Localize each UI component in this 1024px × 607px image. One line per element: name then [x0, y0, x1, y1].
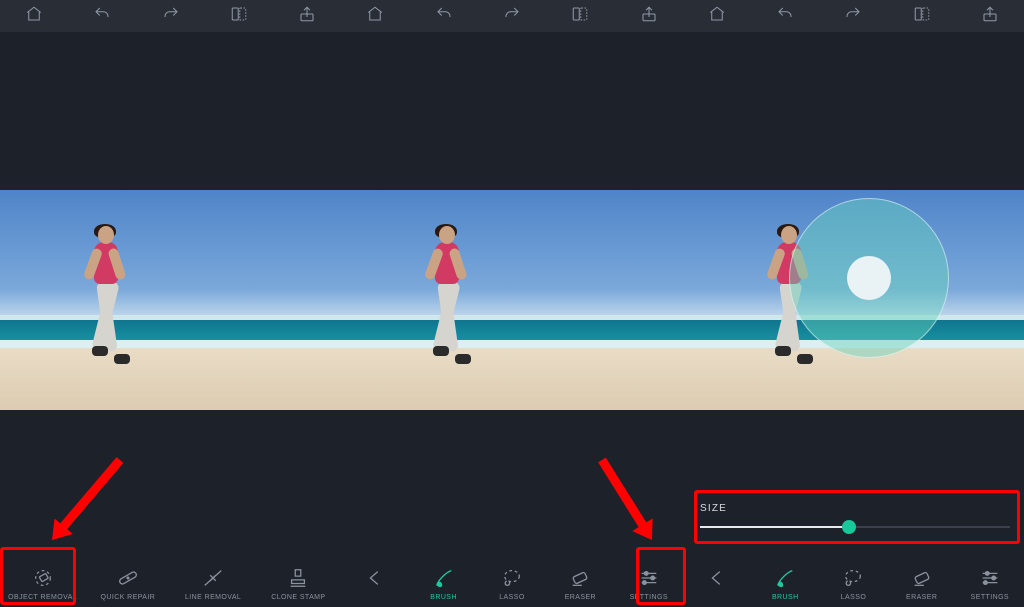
c-lasso-tool[interactable]: LASSO: [819, 562, 887, 603]
redo-icon: [844, 5, 862, 28]
home-button[interactable]: [22, 4, 46, 28]
canvas-stage: [0, 32, 1024, 547]
undo-button[interactable]: [90, 4, 114, 28]
lasso-icon: [841, 566, 865, 590]
bandaid-icon: [116, 566, 140, 590]
undo-icon: [93, 5, 111, 28]
brush-size-cursor: [789, 198, 949, 358]
top-toolbar-group-2: [341, 4, 682, 28]
a-object-removal-tool[interactable]: OBJECT REMOVAL: [0, 562, 85, 603]
line-x-icon: [201, 566, 225, 590]
tool-label: LINE REMOVAL: [185, 594, 241, 601]
eraser-icon: [568, 566, 592, 590]
back-icon: [363, 566, 387, 590]
bottom-toolbar: OBJECT REMOVAL QUICK REPAIR LINE REMOVAL CL…: [0, 547, 1024, 607]
redo-icon: [162, 5, 180, 28]
size-label: SIZE: [700, 503, 1010, 514]
compare-icon: [913, 5, 931, 28]
redo-button[interactable]: [841, 4, 865, 28]
c-eraser-tool[interactable]: ERASER: [888, 562, 956, 603]
toolset-b: BRUSH LASSO ERASER SETTINGS: [341, 547, 683, 607]
share-icon: [640, 5, 658, 28]
eraser-dashed-icon: [31, 566, 55, 590]
b-lasso-tool[interactable]: LASSO: [478, 562, 546, 603]
c-settings-tool[interactable]: SETTINGS: [956, 562, 1024, 603]
toolset-a: OBJECT REMOVAL QUICK REPAIR LINE REMOVAL CL…: [0, 547, 341, 607]
top-toolbar-group-1: [0, 4, 341, 28]
eraser-icon: [910, 566, 934, 590]
top-toolbar-group-3: [683, 4, 1024, 28]
home-button[interactable]: [705, 4, 729, 28]
home-button[interactable]: [363, 4, 387, 28]
compare-icon: [571, 5, 589, 28]
size-slider[interactable]: [700, 520, 1010, 534]
compare-button[interactable]: [910, 4, 934, 28]
toolset-c: BRUSH LASSO ERASER SETTINGS: [683, 547, 1024, 607]
tool-label: ERASER: [906, 594, 937, 601]
undo-icon: [776, 5, 794, 28]
redo-button[interactable]: [159, 4, 183, 28]
share-button[interactable]: [295, 4, 319, 28]
tool-label: QUICK REPAIR: [101, 594, 156, 601]
tool-label: SETTINGS: [971, 594, 1009, 601]
redo-button[interactable]: [500, 4, 524, 28]
tool-label: SETTINGS: [630, 594, 668, 601]
tool-label: ERASER: [565, 594, 596, 601]
compare-icon: [230, 5, 248, 28]
compare-button[interactable]: [568, 4, 592, 28]
stamp-icon: [286, 566, 310, 590]
tool-label: BRUSH: [772, 594, 799, 601]
b-eraser-tool[interactable]: ERASER: [546, 562, 614, 603]
share-button[interactable]: [978, 4, 1002, 28]
b-settings-tool[interactable]: SETTINGS: [615, 562, 683, 603]
undo-button[interactable]: [773, 4, 797, 28]
compare-button[interactable]: [227, 4, 251, 28]
subject-runner: [425, 226, 471, 390]
tool-label: CLONE STAMP: [271, 594, 325, 601]
brush-icon: [773, 566, 797, 590]
c-brush-tool[interactable]: BRUSH: [751, 562, 819, 603]
b-brush-tool[interactable]: BRUSH: [410, 562, 478, 603]
redo-icon: [503, 5, 521, 28]
brush-size-panel: SIZE: [700, 498, 1010, 538]
undo-button[interactable]: [432, 4, 456, 28]
share-icon: [298, 5, 316, 28]
preview-pane-3[interactable]: [683, 190, 1024, 410]
brush-icon: [432, 566, 456, 590]
lasso-icon: [500, 566, 524, 590]
undo-icon: [435, 5, 453, 28]
b-back-tool[interactable]: [341, 562, 409, 603]
size-slider-fill: [700, 526, 849, 528]
preview-pane-1[interactable]: [0, 190, 341, 410]
tool-label: OBJECT REMOVAL: [8, 594, 77, 601]
image-strip: [0, 190, 1024, 410]
preview-pane-2[interactable]: [341, 190, 682, 410]
tool-label: BRUSH: [430, 594, 457, 601]
home-icon: [366, 5, 384, 28]
subject-runner: [84, 226, 130, 390]
a-quick-repair-tool[interactable]: QUICK REPAIR: [85, 562, 170, 603]
tool-label: LASSO: [499, 594, 524, 601]
home-icon: [708, 5, 726, 28]
tool-label: LASSO: [841, 594, 866, 601]
c-back-tool[interactable]: [683, 562, 751, 603]
back-icon: [705, 566, 729, 590]
share-button[interactable]: [637, 4, 661, 28]
sliders-icon: [637, 566, 661, 590]
size-slider-knob[interactable]: [842, 520, 856, 534]
home-icon: [25, 5, 43, 28]
sliders-icon: [978, 566, 1002, 590]
a-clone-stamp-tool[interactable]: CLONE STAMP: [256, 562, 341, 603]
share-icon: [981, 5, 999, 28]
top-toolbar: [0, 0, 1024, 32]
a-line-removal-tool[interactable]: LINE REMOVAL: [171, 562, 256, 603]
